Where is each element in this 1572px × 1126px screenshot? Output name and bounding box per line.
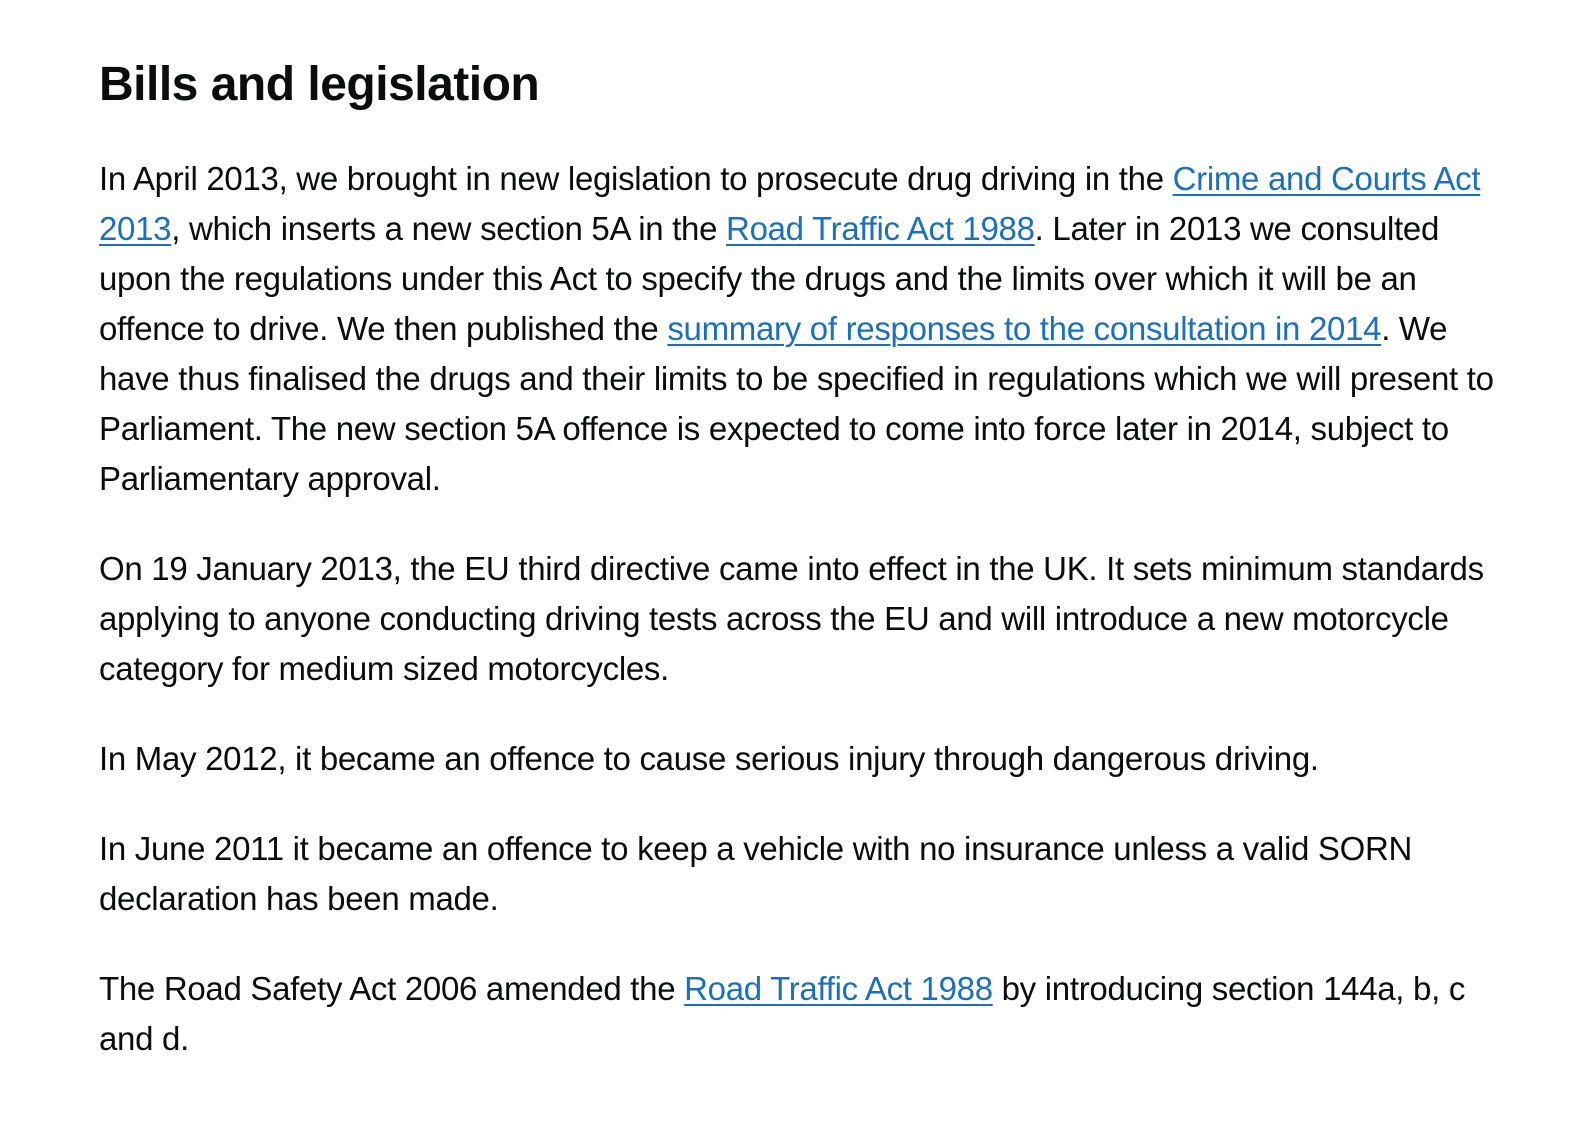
road-traffic-act-link[interactable]: Road Traffic Act 1988 [684,970,993,1007]
paragraph-drug-driving: In April 2013, we brought in new legisla… [99,154,1519,504]
road-traffic-act-link[interactable]: Road Traffic Act 1988 [726,210,1035,247]
page-heading: Bills and legislation [99,58,540,111]
paragraph-dangerous-driving: In May 2012, it became an offence to cau… [99,739,1319,777]
consultation-summary-link[interactable]: summary of responses to the consultation… [667,310,1381,347]
paragraph-road-safety-act: The Road Safety Act 2006 amended the Roa… [99,964,1519,1064]
main-content: Bills and legislation In April 2013, we … [99,56,1519,1104]
paragraph-insurance: In June 2011 it became an offence to kee… [99,829,1413,917]
paragraph-text: , which inserts a new section 5A in the [171,209,727,247]
paragraph-text: The Road Safety Act 2006 amended the [99,969,685,1007]
paragraph-eu-directive: On 19 January 2013, the EU third directi… [99,549,1484,687]
paragraph-text: In April 2013, we brought in new legisla… [99,159,1173,197]
